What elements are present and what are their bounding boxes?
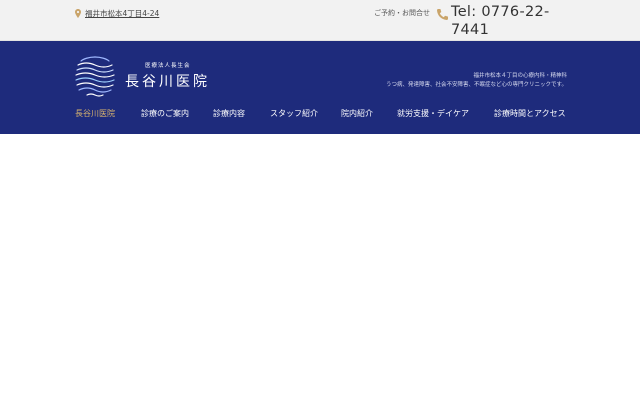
nav-item-staff[interactable]: スタッフ紹介 xyxy=(270,108,318,119)
nav-item-treatment[interactable]: 診療内容 xyxy=(213,108,245,119)
site-logo[interactable]: 医療法人長生会 長谷川医院 xyxy=(75,55,225,99)
address-link[interactable]: 福井市松本4丁目4-24 xyxy=(75,7,159,19)
header-tagline: 福井市松本４丁目の心療内科・精神科 うつ病、発達障害、社会不安障害、不眠症など心… xyxy=(386,72,567,90)
nav-item-home[interactable]: 長谷川医院 xyxy=(75,108,115,119)
tagline-line-1: 福井市松本４丁目の心療内科・精神科 xyxy=(473,73,567,79)
phone-icon xyxy=(437,9,448,20)
map-pin-icon xyxy=(75,8,81,18)
wave-logo-icon xyxy=(75,56,115,97)
nav-item-daycare[interactable]: 就労支援・デイケア xyxy=(397,108,469,119)
top-bar: 福井市松本4丁目4-24 ご予約・お問合せ Tel: 0776-22-7441 xyxy=(0,0,640,41)
nav-item-facility[interactable]: 院内紹介 xyxy=(341,108,373,119)
nav-item-guide[interactable]: 診療のご案内 xyxy=(141,108,189,119)
main-nav: 長谷川医院 診療のご案内 診療内容 スタッフ紹介 院内紹介 就労支援・デイケア … xyxy=(0,105,640,125)
address-text: 福井市松本4丁目4-24 xyxy=(85,8,160,18)
tagline-line-2: うつ病、発達障害、社会不安障害、不眠症など心の専門クリニックです。 xyxy=(386,82,567,88)
tel-number[interactable]: Tel: 0776-22-7441 xyxy=(451,3,551,39)
contact-label[interactable]: ご予約・お問合せ xyxy=(374,8,430,18)
logo-name: 長谷川医院 xyxy=(125,74,210,90)
nav-item-access[interactable]: 診療時間とアクセス xyxy=(494,108,566,119)
logo-subtitle: 医療法人長生会 xyxy=(145,63,191,69)
